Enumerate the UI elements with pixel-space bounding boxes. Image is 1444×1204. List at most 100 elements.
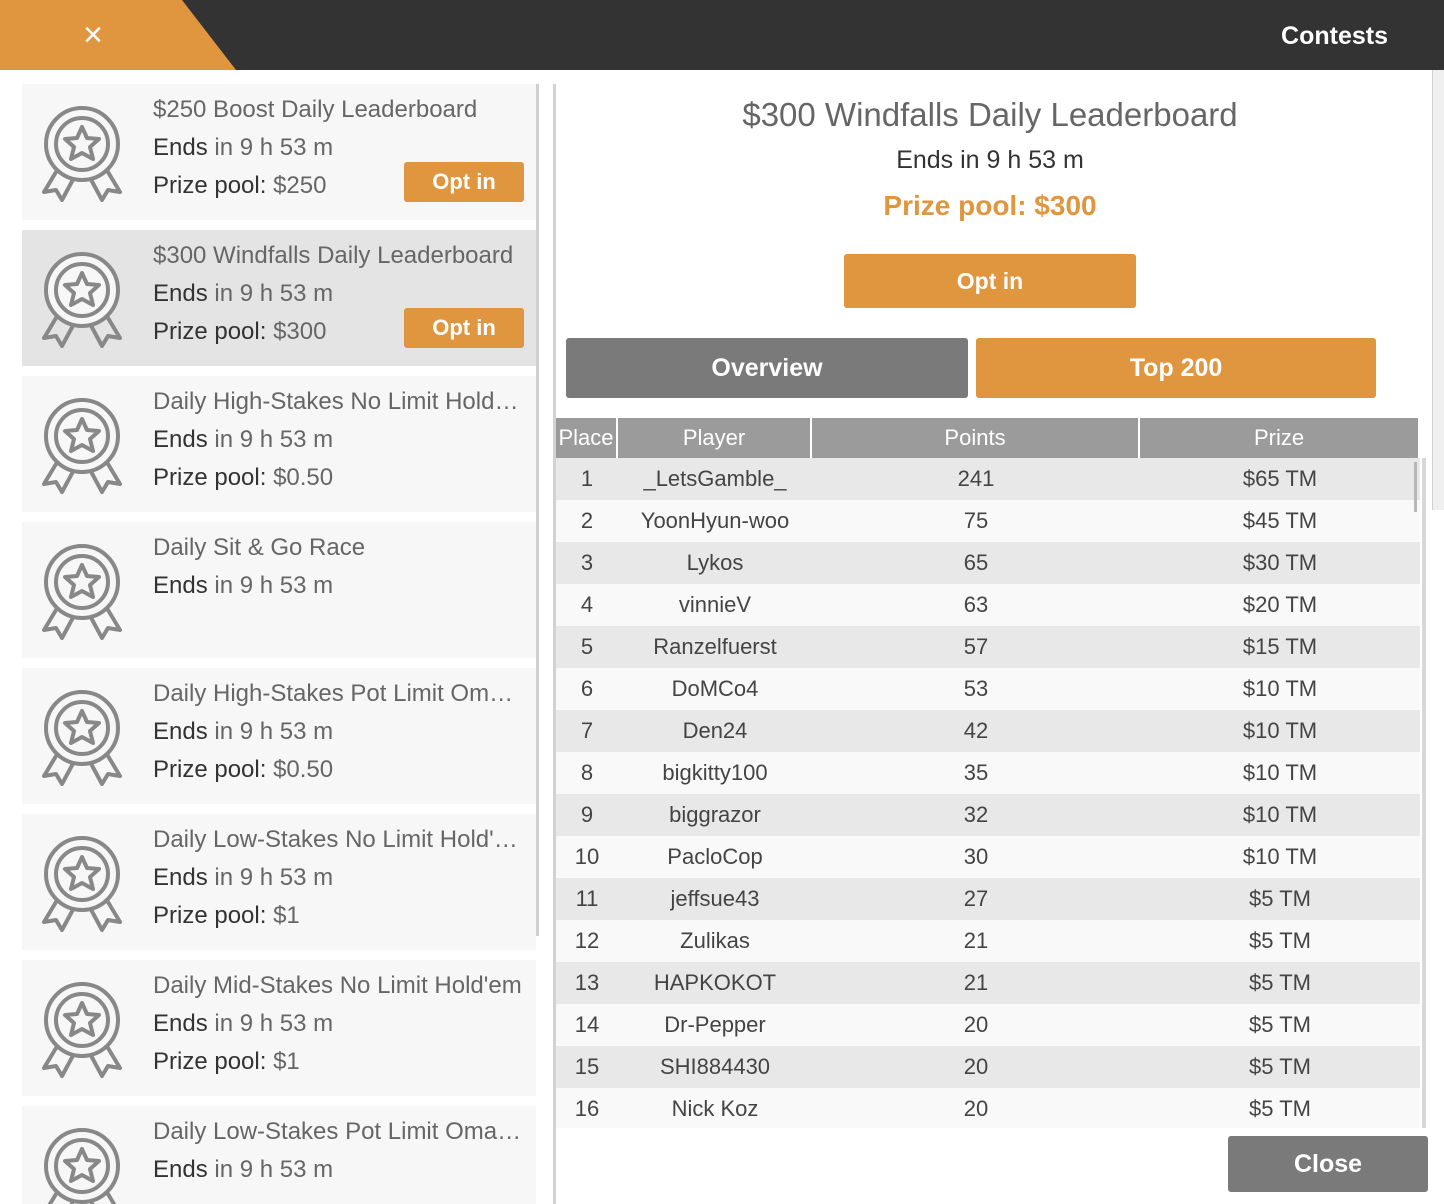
- table-row[interactable]: 12 Zulikas 21 $5 TM: [556, 920, 1420, 962]
- ends-value: in 9 h 53 m: [214, 1156, 334, 1183]
- ends-value: in 9 h 53 m: [214, 426, 334, 453]
- row-place: 10: [574, 844, 600, 869]
- row-prize: $5 TM: [1249, 886, 1311, 911]
- table-row[interactable]: 1 _LetsGamble_ 241 $65 TM: [556, 458, 1420, 500]
- row-points: 53: [963, 676, 989, 701]
- table-row[interactable]: 6 DoMCo4 53 $10 TM: [556, 668, 1420, 710]
- ends-label: Ends: [153, 572, 208, 599]
- ends-value: in 9 h 53 m: [214, 864, 334, 891]
- table-row[interactable]: 2 YoonHyun-woo 75 $45 TM: [556, 500, 1420, 542]
- ends-label: Ends: [153, 1010, 208, 1037]
- table-row[interactable]: 15 SHI884430 20 $5 TM: [556, 1046, 1420, 1088]
- prize-value: $300: [273, 318, 327, 345]
- close-button[interactable]: Close: [1228, 1136, 1428, 1192]
- row-place: 14: [574, 1012, 600, 1037]
- table-row[interactable]: 14 Dr-Pepper 20 $5 TM: [556, 1004, 1420, 1046]
- row-prize: $10 TM: [1242, 760, 1318, 785]
- leaderboard-rows[interactable]: 1 _LetsGamble_ 241 $65 TM 2 YoonHyun-woo 75 $45…: [556, 458, 1420, 1128]
- prize-label: Prize pool:: [153, 464, 267, 491]
- award-ribbon-icon: [38, 834, 126, 932]
- row-place: 2: [580, 508, 594, 533]
- row-points: 57: [963, 634, 989, 659]
- contest-card[interactable]: Daily Low-Stakes No Limit Hold'em Ends in…: [22, 814, 536, 950]
- tab-overview[interactable]: Overview: [566, 338, 968, 398]
- table-scrollbar[interactable]: [1422, 458, 1426, 1128]
- table-row[interactable]: 8 bigkitty100 35 $10 TM: [556, 752, 1420, 794]
- row-player: bigkitty100: [662, 760, 768, 785]
- list-scrollbar[interactable]: [536, 84, 539, 936]
- contest-card[interactable]: Daily High-Stakes No Limit Hold'em Ends i…: [22, 376, 536, 512]
- row-points: 241: [957, 466, 995, 491]
- contest-list[interactable]: $250 Boost Daily Leaderboard Ends in 9 h …: [22, 84, 538, 1204]
- row-place: 1: [580, 466, 594, 491]
- column-header-player[interactable]: Player: [618, 418, 812, 458]
- row-points: 21: [963, 928, 989, 953]
- contest-opt-in-button[interactable]: Opt in: [404, 308, 524, 348]
- row-player: Zulikas: [680, 928, 750, 953]
- ends-value: in 9 h 53 m: [214, 134, 334, 161]
- leaderboard-header: Place Player Points Prize: [556, 418, 1424, 458]
- contest-ends: Ends in 9 h 53 m: [153, 864, 333, 892]
- contest-prize-pool: Prize pool: $250: [153, 172, 326, 200]
- contest-card[interactable]: $300 Windfalls Daily Leaderboard Ends in …: [22, 230, 536, 366]
- column-header-points[interactable]: Points: [812, 418, 1140, 458]
- table-row[interactable]: 5 Ranzelfuerst 57 $15 TM: [556, 626, 1420, 668]
- row-points: 21: [963, 970, 989, 995]
- close-tab[interactable]: ×: [0, 0, 236, 70]
- award-ribbon-icon: [38, 688, 126, 786]
- row-prize: $10 TM: [1242, 676, 1318, 701]
- row-player: PacloCop: [667, 844, 763, 869]
- row-player: Dr-Pepper: [664, 1012, 766, 1037]
- contest-card[interactable]: Daily High-Stakes Pot Limit Omaha Ends in…: [22, 668, 536, 804]
- row-player: vinnieV: [678, 592, 752, 617]
- row-points: 20: [963, 1054, 989, 1079]
- row-player: _LetsGamble_: [643, 466, 787, 491]
- row-points: 65: [963, 550, 989, 575]
- column-header-place[interactable]: Place: [556, 418, 618, 458]
- prize-value: $1: [273, 902, 300, 929]
- opt-in-button[interactable]: Opt in: [844, 254, 1136, 308]
- contest-opt-in-button[interactable]: Opt in: [404, 162, 524, 202]
- row-place: 5: [580, 634, 594, 659]
- row-place: 4: [580, 592, 594, 617]
- table-scrollbar-thumb[interactable]: [1414, 462, 1417, 512]
- tab-top-200[interactable]: Top 200: [976, 338, 1376, 398]
- table-row[interactable]: 9 biggrazor 32 $10 TM: [556, 794, 1420, 836]
- close-icon[interactable]: ×: [78, 18, 108, 52]
- prize-label: Prize pool:: [153, 902, 267, 929]
- contest-card[interactable]: Daily Sit & Go Race Ends in 9 h 53 m: [22, 522, 536, 658]
- row-place: 16: [574, 1096, 600, 1121]
- window-edge-scrollbar[interactable]: [1432, 70, 1444, 510]
- table-row[interactable]: 7 Den24 42 $10 TM: [556, 710, 1420, 752]
- table-row[interactable]: 13 HAPKOKOT 21 $5 TM: [556, 962, 1420, 1004]
- table-row[interactable]: 3 Lykos 65 $30 TM: [556, 542, 1420, 584]
- contest-card[interactable]: Daily Mid-Stakes No Limit Hold'em Ends in…: [22, 960, 536, 1096]
- contest-title: $300 Windfalls Daily Leaderboard: [153, 242, 514, 269]
- table-row[interactable]: 16 Nick Koz 20 $5 TM: [556, 1088, 1420, 1128]
- ends-label: Ends: [153, 718, 208, 745]
- row-prize: $45 TM: [1242, 508, 1318, 533]
- contest-card[interactable]: Daily Low-Stakes Pot Limit Omaha Ends in …: [22, 1106, 536, 1204]
- contest-card[interactable]: $250 Boost Daily Leaderboard Ends in 9 h …: [22, 84, 536, 220]
- column-header-prize[interactable]: Prize: [1140, 418, 1420, 458]
- contest-ends: Ends in 9 h 53 m: [153, 134, 333, 162]
- contest-title: Daily High-Stakes No Limit Hold'em: [153, 388, 523, 415]
- contest-prize-pool: Prize pool: $300: [153, 318, 326, 346]
- table-row[interactable]: 4 vinnieV 63 $20 TM: [556, 584, 1420, 626]
- row-prize: $30 TM: [1242, 550, 1318, 575]
- row-player: HAPKOKOT: [653, 970, 777, 995]
- detail-title: $300 Windfalls Daily Leaderboard: [742, 96, 1238, 133]
- ends-value: in 9 h 53 m: [214, 718, 334, 745]
- row-points: 75: [963, 508, 989, 533]
- row-place: 12: [574, 928, 600, 953]
- table-row[interactable]: 11 jeffsue43 27 $5 TM: [556, 878, 1420, 920]
- contest-ends: Ends in 9 h 53 m: [153, 280, 333, 308]
- row-player: Lykos: [686, 550, 744, 575]
- prize-label: Prize pool:: [153, 172, 267, 199]
- row-points: 30: [963, 844, 989, 869]
- row-points: 32: [963, 802, 989, 827]
- table-row[interactable]: 10 PacloCop 30 $10 TM: [556, 836, 1420, 878]
- close-tab-shape: [0, 0, 236, 70]
- row-points: 20: [963, 1012, 989, 1037]
- row-prize: $10 TM: [1242, 844, 1318, 869]
